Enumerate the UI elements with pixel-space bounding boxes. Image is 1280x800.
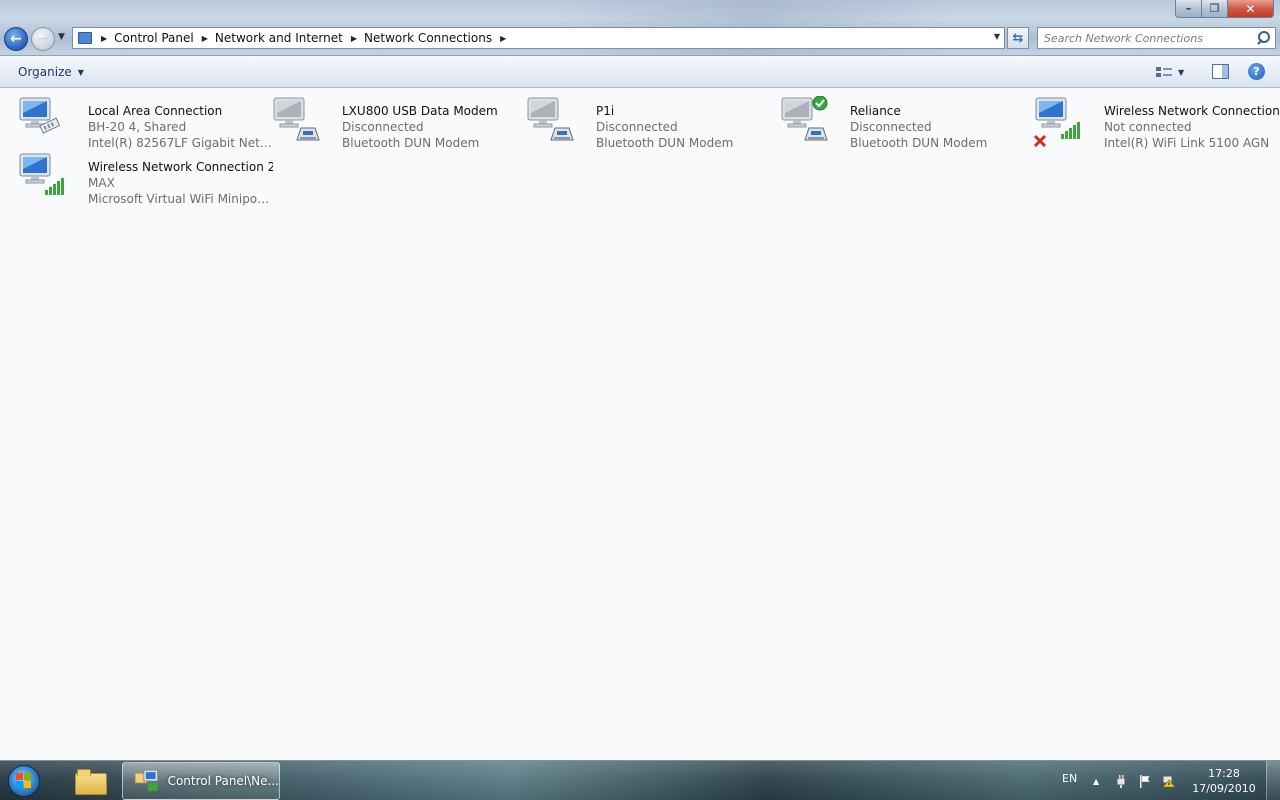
taskbar: Control Panel\Ne... EN ▲ 17:28 17/09/201… [0, 760, 1280, 800]
breadcrumb-network-and-internet[interactable]: Network and Internet [215, 31, 343, 45]
clock-time: 17:28 [1208, 767, 1240, 780]
help-button[interactable]: ? [1248, 63, 1265, 80]
show-desktop-button[interactable] [1266, 761, 1280, 800]
breadcrumb-chevron-icon[interactable]: ▶ [101, 34, 107, 43]
address-bar[interactable]: ▶ Control Panel ▶ Network and Internet ▶… [72, 27, 1005, 49]
details-view-icon [1156, 66, 1172, 79]
language-indicator[interactable]: EN [1062, 772, 1077, 785]
preview-pane-button[interactable] [1212, 64, 1229, 79]
connection-device: Bluetooth DUN Modem [850, 136, 988, 150]
system-clock[interactable]: 17:28 17/09/2010 [1188, 766, 1260, 796]
taskbar-window-label: Control Panel\Ne... [167, 774, 279, 788]
modem-network-default-icon [781, 96, 828, 141]
wireless-network-disconnected-icon [1033, 97, 1080, 148]
restore-icon: ❐ [1209, 2, 1220, 15]
modem-network-icon [527, 97, 574, 141]
connection-item-p1i[interactable]: P1i Disconnected Bluetooth DUN Modem [525, 96, 775, 150]
breadcrumb-chevron-icon[interactable]: ▶ [500, 34, 506, 43]
close-button[interactable]: ✕ [1228, 0, 1274, 18]
back-arrow-icon: ← [10, 31, 22, 47]
address-dropdown-icon[interactable]: ▼ [994, 32, 1000, 41]
connection-item-wireless-2[interactable]: Wireless Network Connection 2 MAX Micros… [17, 152, 273, 206]
connection-item-lxu800[interactable]: LXU800 USB Data Modem Disconnected Bluet… [271, 96, 521, 150]
connection-name: Reliance [850, 104, 901, 118]
connection-device: Bluetooth DUN Modem [596, 136, 734, 150]
chevron-down-icon: ▼ [1178, 67, 1185, 77]
action-center-flag-icon[interactable] [1138, 774, 1152, 788]
refresh-button[interactable]: ⇆ [1007, 27, 1029, 49]
window-title-bar: – ❐ ✕ ← → ▼ ▶ Control Panel ▶ Network an… [0, 0, 1280, 56]
connection-status: MAX [88, 176, 115, 190]
chevron-down-icon: ▼ [77, 67, 84, 77]
power-plug-icon[interactable] [1114, 774, 1128, 788]
breadcrumb-network-connections[interactable]: Network Connections [364, 31, 492, 45]
taskbar-explorer-button[interactable] [68, 763, 112, 799]
connection-name: Local Area Connection [88, 104, 223, 118]
organize-button[interactable]: Organize ▼ [10, 62, 92, 82]
control-panel-icon [77, 31, 93, 45]
organize-label: Organize [18, 65, 72, 79]
clock-date: 17/09/2010 [1192, 782, 1256, 795]
wireless-network-icon [19, 153, 64, 195]
breadcrumb-chevron-icon[interactable]: ▶ [202, 34, 208, 43]
modem-network-icon [273, 97, 320, 141]
windows-logo-icon [16, 773, 32, 789]
forward-arrow-icon: → [37, 31, 49, 47]
ethernet-network-icon [19, 97, 61, 134]
refresh-icon: ⇆ [1012, 30, 1024, 46]
forward-button[interactable]: → [31, 27, 55, 51]
network-connections-icon [135, 770, 159, 791]
network-connections-list: Local Area Connection BH-20 4, Shared In… [0, 89, 1280, 760]
connection-device: Intel(R) 82567LF Gigabit Network ... [88, 136, 273, 150]
start-button[interactable] [8, 765, 40, 797]
help-icon: ? [1253, 65, 1260, 78]
connection-item-local-area[interactable]: Local Area Connection BH-20 4, Shared In… [17, 96, 273, 150]
search-icon[interactable] [1254, 29, 1272, 47]
back-button[interactable]: ← [4, 27, 28, 51]
taskbar-active-window-button[interactable]: Control Panel\Ne... [122, 762, 280, 800]
connection-device: Intel(R) WiFi Link 5100 AGN [1104, 136, 1270, 150]
connection-item-reliance[interactable]: Reliance Disconnected Bluetooth DUN Mode… [779, 96, 1029, 150]
show-hidden-icons-icon[interactable]: ▲ [1093, 777, 1099, 786]
change-view-button[interactable]: ▼ [1156, 63, 1196, 81]
window-controls: – ❐ ✕ [1175, 0, 1274, 18]
recent-pages-dropdown[interactable]: ▼ [58, 32, 65, 42]
connection-status: Not connected [1104, 120, 1192, 134]
connection-name: LXU800 USB Data Modem [342, 104, 498, 118]
breadcrumb-control-panel[interactable]: Control Panel [114, 31, 194, 45]
connection-status: Disconnected [596, 120, 678, 134]
restore-button[interactable]: ❐ [1202, 0, 1228, 18]
connection-device: Bluetooth DUN Modem [342, 136, 480, 150]
connection-status: BH-20 4, Shared [88, 120, 187, 134]
folder-icon [75, 769, 107, 795]
minimize-button[interactable]: – [1175, 0, 1202, 18]
command-bar: Organize ▼ ▼ ? [0, 57, 1280, 88]
search-input[interactable] [1044, 29, 1254, 47]
connection-name: P1i [596, 104, 615, 118]
network-warning-icon[interactable] [1162, 774, 1176, 788]
connection-item-wireless[interactable]: Wireless Network Connection Not connecte… [1033, 96, 1280, 150]
connection-name: Wireless Network Connection [1104, 104, 1280, 118]
minimize-icon: – [1185, 2, 1192, 15]
breadcrumb-chevron-icon[interactable]: ▶ [351, 34, 357, 43]
search-box[interactable] [1037, 27, 1276, 49]
connection-status: Disconnected [342, 120, 424, 134]
connection-name: Wireless Network Connection 2 [88, 160, 273, 174]
close-icon: ✕ [1245, 1, 1256, 16]
connection-device: Microsoft Virtual WiFi Miniport A... [88, 192, 273, 206]
connection-status: Disconnected [850, 120, 932, 134]
